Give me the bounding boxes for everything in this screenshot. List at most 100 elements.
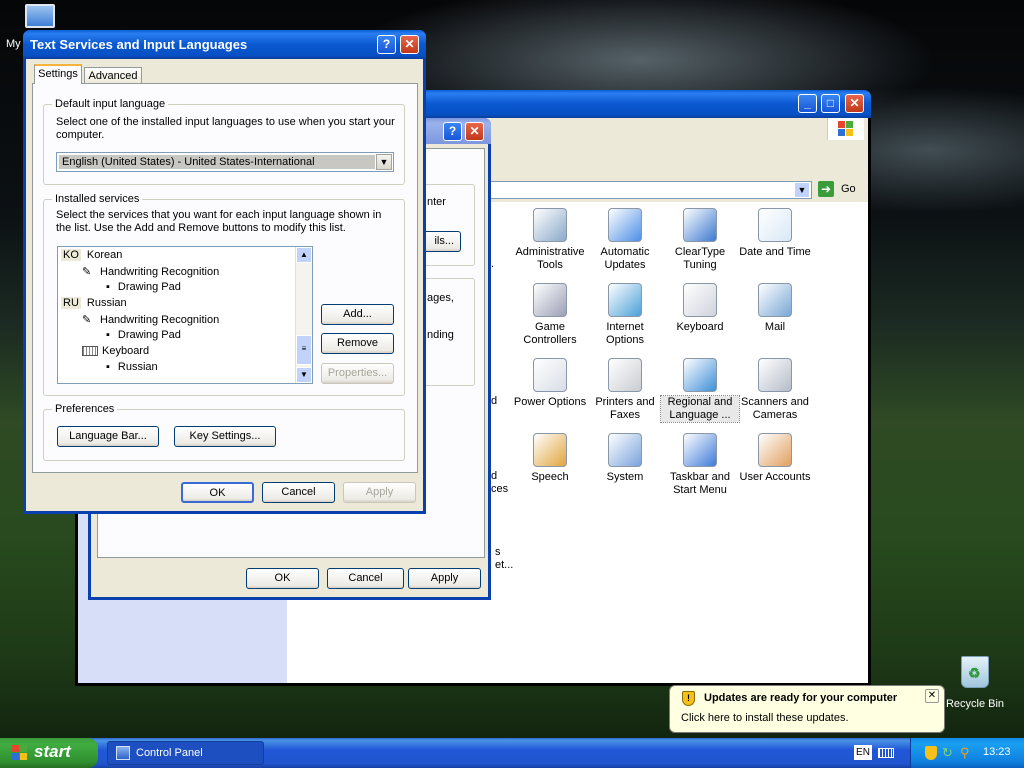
- pen-icon: ✎: [82, 266, 92, 278]
- partial-text: ces: [491, 483, 509, 495]
- apply-button[interactable]: Apply: [343, 482, 416, 503]
- partial-text: d: [491, 395, 498, 407]
- task-label: Control Panel: [136, 747, 203, 759]
- desktop-icon-recycle-bin[interactable]: ♻ Recycle Bin: [940, 656, 1010, 712]
- remove-button[interactable]: Remove: [321, 333, 394, 354]
- control-panel-item-label: Scanners and Cameras: [741, 396, 809, 421]
- control-panel-item[interactable]: Regional and Language ...: [660, 358, 740, 423]
- control-panel-item-label: Printers and Faxes: [595, 396, 655, 421]
- taskbar-task-control-panel[interactable]: Control Panel: [107, 741, 264, 765]
- search-icon[interactable]: ⚲: [960, 746, 970, 760]
- list-item-handwriting[interactable]: ✎ Handwriting Recognition: [82, 265, 219, 278]
- address-field[interactable]: [488, 181, 812, 199]
- control-panel-item[interactable]: Date and Time: [736, 208, 814, 259]
- notification-body: Click here to install these updates.: [681, 712, 849, 724]
- apply-button[interactable]: Apply: [408, 568, 481, 589]
- list-item-russian[interactable]: RU Russian: [61, 297, 127, 309]
- scroll-down-arrow-icon[interactable]: ▼: [296, 367, 312, 383]
- scroll-up-arrow-icon[interactable]: ▲: [296, 247, 312, 263]
- tab-settings[interactable]: Settings: [34, 64, 82, 84]
- help-button[interactable]: ?: [377, 35, 396, 54]
- recycle-bin-label: Recycle Bin: [945, 698, 1005, 710]
- language-bar-button[interactable]: Language Bar...: [57, 426, 159, 447]
- start-button[interactable]: start: [0, 738, 98, 768]
- cleartype-icon: [683, 208, 717, 242]
- partial-text: et...: [495, 559, 514, 571]
- maximize-button[interactable]: □: [821, 94, 840, 113]
- mail-icon: [758, 283, 792, 317]
- control-panel-item[interactable]: Mail: [736, 283, 814, 334]
- close-icon[interactable]: ✕: [925, 689, 939, 703]
- pen-icon: ✎: [82, 314, 92, 326]
- list-item-drawing-pad[interactable]: ▪ Drawing Pad: [106, 281, 181, 293]
- list-item-handwriting[interactable]: ✎ Handwriting Recognition: [82, 313, 219, 326]
- minimize-button[interactable]: _: [798, 94, 817, 113]
- key-settings-button[interactable]: Key Settings...: [174, 426, 276, 447]
- control-panel-item[interactable]: System: [586, 433, 664, 484]
- cancel-button[interactable]: Cancel: [262, 482, 335, 503]
- control-panel-item-label: Regional and Language ...: [660, 395, 740, 423]
- bullet-icon: ▪: [106, 281, 110, 293]
- bullet-icon: ▪: [106, 361, 110, 373]
- security-shield-icon[interactable]: [925, 746, 937, 760]
- control-panel-item[interactable]: Automatic Updates: [586, 208, 664, 272]
- default-input-description: Select one of the installed input langua…: [56, 116, 395, 141]
- control-panel-item[interactable]: Speech: [511, 433, 589, 484]
- cancel-button[interactable]: Cancel: [327, 568, 404, 589]
- keyboard-icon[interactable]: [878, 748, 894, 758]
- ok-button[interactable]: OK: [246, 568, 319, 589]
- go-button[interactable]: ➜ Go: [818, 181, 862, 199]
- services-listbox[interactable]: KO Korean ✎ Handwriting Recognition ▪ Drawi…: [57, 246, 313, 384]
- control-panel-item-label: Administrative Tools: [515, 246, 585, 271]
- properties-button[interactable]: Properties...: [321, 363, 394, 384]
- power-options-icon: [533, 358, 567, 392]
- speech-icon: [533, 433, 567, 467]
- control-panel-item-label: User Accounts: [739, 471, 811, 483]
- list-scrollbar[interactable]: ▲ ≡ ▼: [295, 247, 312, 383]
- close-button[interactable]: ✕: [400, 35, 419, 54]
- recycle-bin-icon: ♻: [961, 656, 989, 688]
- chevron-down-icon[interactable]: ▼: [376, 154, 392, 170]
- list-item-drawing-pad[interactable]: ▪ Drawing Pad: [106, 329, 181, 341]
- control-panel-item[interactable]: Keyboard: [661, 283, 739, 334]
- taskbar-icon: [683, 433, 717, 467]
- language-code-badge: RU: [61, 297, 81, 309]
- add-button[interactable]: Add...: [321, 304, 394, 325]
- keyboard-icon: [82, 346, 98, 357]
- list-item-russian-layout[interactable]: ▪ Russian: [106, 361, 158, 373]
- tab-settings-label: Settings: [38, 68, 78, 80]
- control-panel-item-label: Internet Options: [606, 321, 644, 346]
- language-indicator[interactable]: EN: [854, 745, 872, 760]
- control-panel-item[interactable]: Taskbar and Start Menu: [661, 433, 739, 497]
- tab-advanced[interactable]: Advanced: [84, 67, 142, 84]
- control-panel-item-label: Mail: [764, 321, 786, 333]
- close-button[interactable]: ✕: [465, 122, 484, 141]
- control-panel-item[interactable]: Internet Options: [586, 283, 664, 347]
- scroll-thumb[interactable]: ≡: [296, 335, 312, 365]
- control-panel-item[interactable]: ClearType Tuning: [661, 208, 739, 272]
- dialog-title: Text Services and Input Languages: [30, 37, 248, 52]
- control-panel-item[interactable]: Game Controllers: [511, 283, 589, 347]
- control-panel-icon: [116, 746, 130, 760]
- game-controller-icon: [533, 283, 567, 317]
- control-panel-item[interactable]: User Accounts: [736, 433, 814, 484]
- address-dropdown-button[interactable]: ▼: [794, 182, 810, 198]
- network-icon[interactable]: ↻: [942, 746, 953, 760]
- close-button[interactable]: ✕: [845, 94, 864, 113]
- go-arrow-icon: ➜: [818, 181, 834, 197]
- text-services-titlebar: Text Services and Input Languages ? ✕: [23, 30, 426, 59]
- control-panel-item[interactable]: Scanners and Cameras: [736, 358, 814, 422]
- control-panel-item[interactable]: Printers and Faxes: [586, 358, 664, 422]
- default-language-select[interactable]: English (United States) - United States-…: [56, 152, 394, 172]
- partial-text: .: [491, 258, 495, 270]
- ok-button[interactable]: OK: [181, 482, 254, 503]
- control-panel-item[interactable]: Power Options: [511, 358, 589, 409]
- list-item-korean[interactable]: KO Korean: [61, 249, 122, 261]
- control-panel-item[interactable]: Administrative Tools: [511, 208, 589, 272]
- update-notification-balloon[interactable]: ! Updates are ready for your computer Cl…: [669, 685, 945, 733]
- help-button[interactable]: ?: [443, 122, 462, 141]
- desktop-icon-label: My: [6, 38, 21, 50]
- default-language-value: English (United States) - United States-…: [59, 155, 375, 169]
- text-services-dialog: Text Services and Input Languages ? ✕ Se…: [23, 30, 426, 514]
- list-item-keyboard[interactable]: Keyboard: [82, 345, 149, 357]
